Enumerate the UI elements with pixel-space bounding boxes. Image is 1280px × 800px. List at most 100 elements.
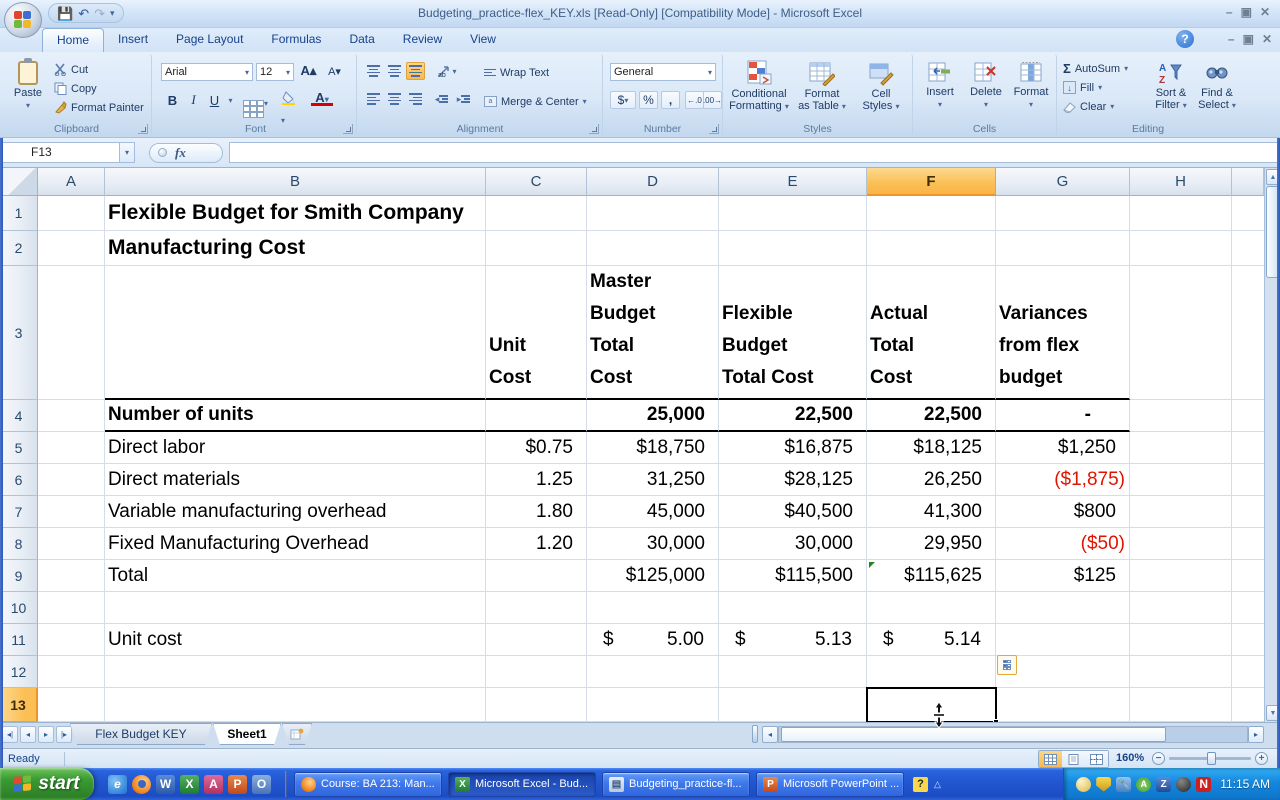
cell-E9[interactable]: $115,500 [719,560,867,592]
cell-B10[interactable] [105,592,486,624]
cell-G3[interactable]: Variances from flex budget [996,266,1130,400]
wrap-text-button[interactable]: Wrap Text [484,63,549,82]
alignment-dialog-launcher-icon[interactable] [589,124,599,134]
cell-G7[interactable]: $800 [996,496,1130,528]
align-right-icon[interactable] [406,90,425,108]
horizontal-scrollbar[interactable]: ◂ ▸ [752,724,1264,744]
cell-D13[interactable] [587,688,719,722]
cell-F10[interactable] [867,592,996,624]
find-select-button[interactable]: Find & Select ▾ [1195,58,1239,112]
tab-formulas[interactable]: Formulas [257,28,335,52]
cell-D1[interactable] [587,196,719,231]
autofill-options-icon[interactable] [997,655,1017,675]
cell-A13[interactable] [38,688,105,722]
orientation-icon[interactable]: ab▾ [434,62,460,80]
cell-E13[interactable] [719,688,867,722]
cell-E10[interactable] [719,592,867,624]
formula-input[interactable] [229,142,1278,163]
cell-C3[interactable]: Unit Cost [486,266,587,400]
cell-D9[interactable]: $125,000 [587,560,719,592]
task-excel[interactable]: X Microsoft Excel - Bud... [448,772,596,797]
save-icon[interactable]: 💾 [57,7,73,20]
row-header-7[interactable]: 7 [0,496,38,528]
page-layout-view-icon[interactable] [1062,751,1085,767]
cell-C7[interactable]: 1.80 [486,496,587,528]
sort-filter-button[interactable]: AZ Sort & Filter ▾ [1149,58,1193,112]
cell-A12[interactable] [38,656,105,688]
cell-B4[interactable]: Number of units [105,400,486,432]
row-header-3[interactable]: 3 [0,266,38,400]
bold-button[interactable]: B [163,91,182,109]
row-header-10[interactable]: 10 [0,592,38,624]
cell-H3[interactable] [1130,266,1232,400]
zoom-in-icon[interactable]: + [1255,752,1268,765]
cell-H4[interactable] [1130,400,1232,432]
cell-H11[interactable] [1130,624,1232,656]
cell-B8[interactable]: Fixed Manufacturing Overhead [105,528,486,560]
horizontal-scroll-track[interactable] [778,726,1248,743]
conditional-formatting-button[interactable]: Conditional Formatting ▾ [727,57,791,113]
prev-sheet-icon[interactable]: ◂ [20,726,36,743]
row-header-6[interactable]: 6 [0,464,38,496]
workbook-minimize-icon[interactable]: – [1228,31,1235,47]
cell-H5[interactable] [1130,432,1232,464]
cell-A1[interactable] [38,196,105,231]
cell-G8[interactable]: ($50) [996,528,1130,560]
cell-D2[interactable] [587,231,719,266]
row-header-4[interactable]: 4 [0,400,38,432]
first-sheet-icon[interactable]: ◂| [2,726,18,743]
tab-split-handle[interactable] [752,725,758,743]
cell-C11[interactable] [486,624,587,656]
row-header-5[interactable]: 5 [0,432,38,464]
row-header-9[interactable]: 9 [0,560,38,592]
cell-E6[interactable]: $28,125 [719,464,867,496]
clear-button[interactable]: Clear▾ [1063,97,1114,116]
column-header-E[interactable]: E [719,168,867,196]
workbook-close-icon[interactable]: ✕ [1262,31,1272,47]
row-header-12[interactable]: 12 [0,656,38,688]
cell-H13[interactable] [1130,688,1232,722]
redo-icon[interactable]: ↷ [94,7,105,20]
row-header-13[interactable]: 13 [0,688,38,722]
column-header-H[interactable]: H [1130,168,1232,196]
top-align-icon[interactable] [364,62,383,80]
copy-button[interactable]: Copy [54,79,97,98]
cell-A6[interactable] [38,464,105,496]
bottom-align-icon[interactable] [406,62,425,80]
column-header-G[interactable]: G [996,168,1130,196]
column-header-A[interactable]: A [38,168,105,196]
select-all-corner[interactable] [0,168,38,196]
font-family-select[interactable]: Arial▾ [161,63,253,81]
word-icon[interactable]: W [156,775,175,794]
font-color-icon[interactable]: A▾ [311,90,333,106]
cell-F2[interactable] [867,231,996,266]
align-left-icon[interactable] [364,90,383,108]
help-icon[interactable]: ? [1176,30,1194,48]
font-size-select[interactable]: 12▾ [256,63,294,81]
cell-D10[interactable] [587,592,719,624]
cell-F8[interactable]: 29,950 [867,528,996,560]
autosum-button[interactable]: Σ AutoSum▾ [1063,59,1128,78]
cell-B6[interactable]: Direct materials [105,464,486,496]
antivirus-tray-icon[interactable]: A [1136,777,1151,792]
increase-decimal-icon[interactable]: ←.0 [685,91,704,109]
cell-G6[interactable]: ($1,875) [996,464,1130,496]
column-header-F[interactable]: F [867,168,996,196]
cell-F11[interactable]: $5.14 [867,624,996,656]
format-cells-button[interactable]: Format▾ [1009,59,1053,109]
cell-C12[interactable] [486,656,587,688]
cell-C8[interactable]: 1.20 [486,528,587,560]
number-dialog-launcher-icon[interactable] [709,124,719,134]
cell-E8[interactable]: 30,000 [719,528,867,560]
cell-A2[interactable] [38,231,105,266]
cell-E2[interactable] [719,231,867,266]
name-box-arrow-icon[interactable]: ▾ [120,142,135,163]
row-header-11[interactable]: 11 [0,624,38,656]
cell-D3[interactable]: Master Budget Total Cost [587,266,719,400]
last-sheet-icon[interactable]: |▸ [56,726,72,743]
insert-function-button[interactable]: fx [149,143,223,163]
start-button[interactable]: start [0,768,94,800]
align-center-icon[interactable] [385,90,404,108]
cell-B1[interactable]: Flexible Budget for Smith Company [105,196,486,231]
zoom-out-icon[interactable]: − [1152,752,1165,765]
